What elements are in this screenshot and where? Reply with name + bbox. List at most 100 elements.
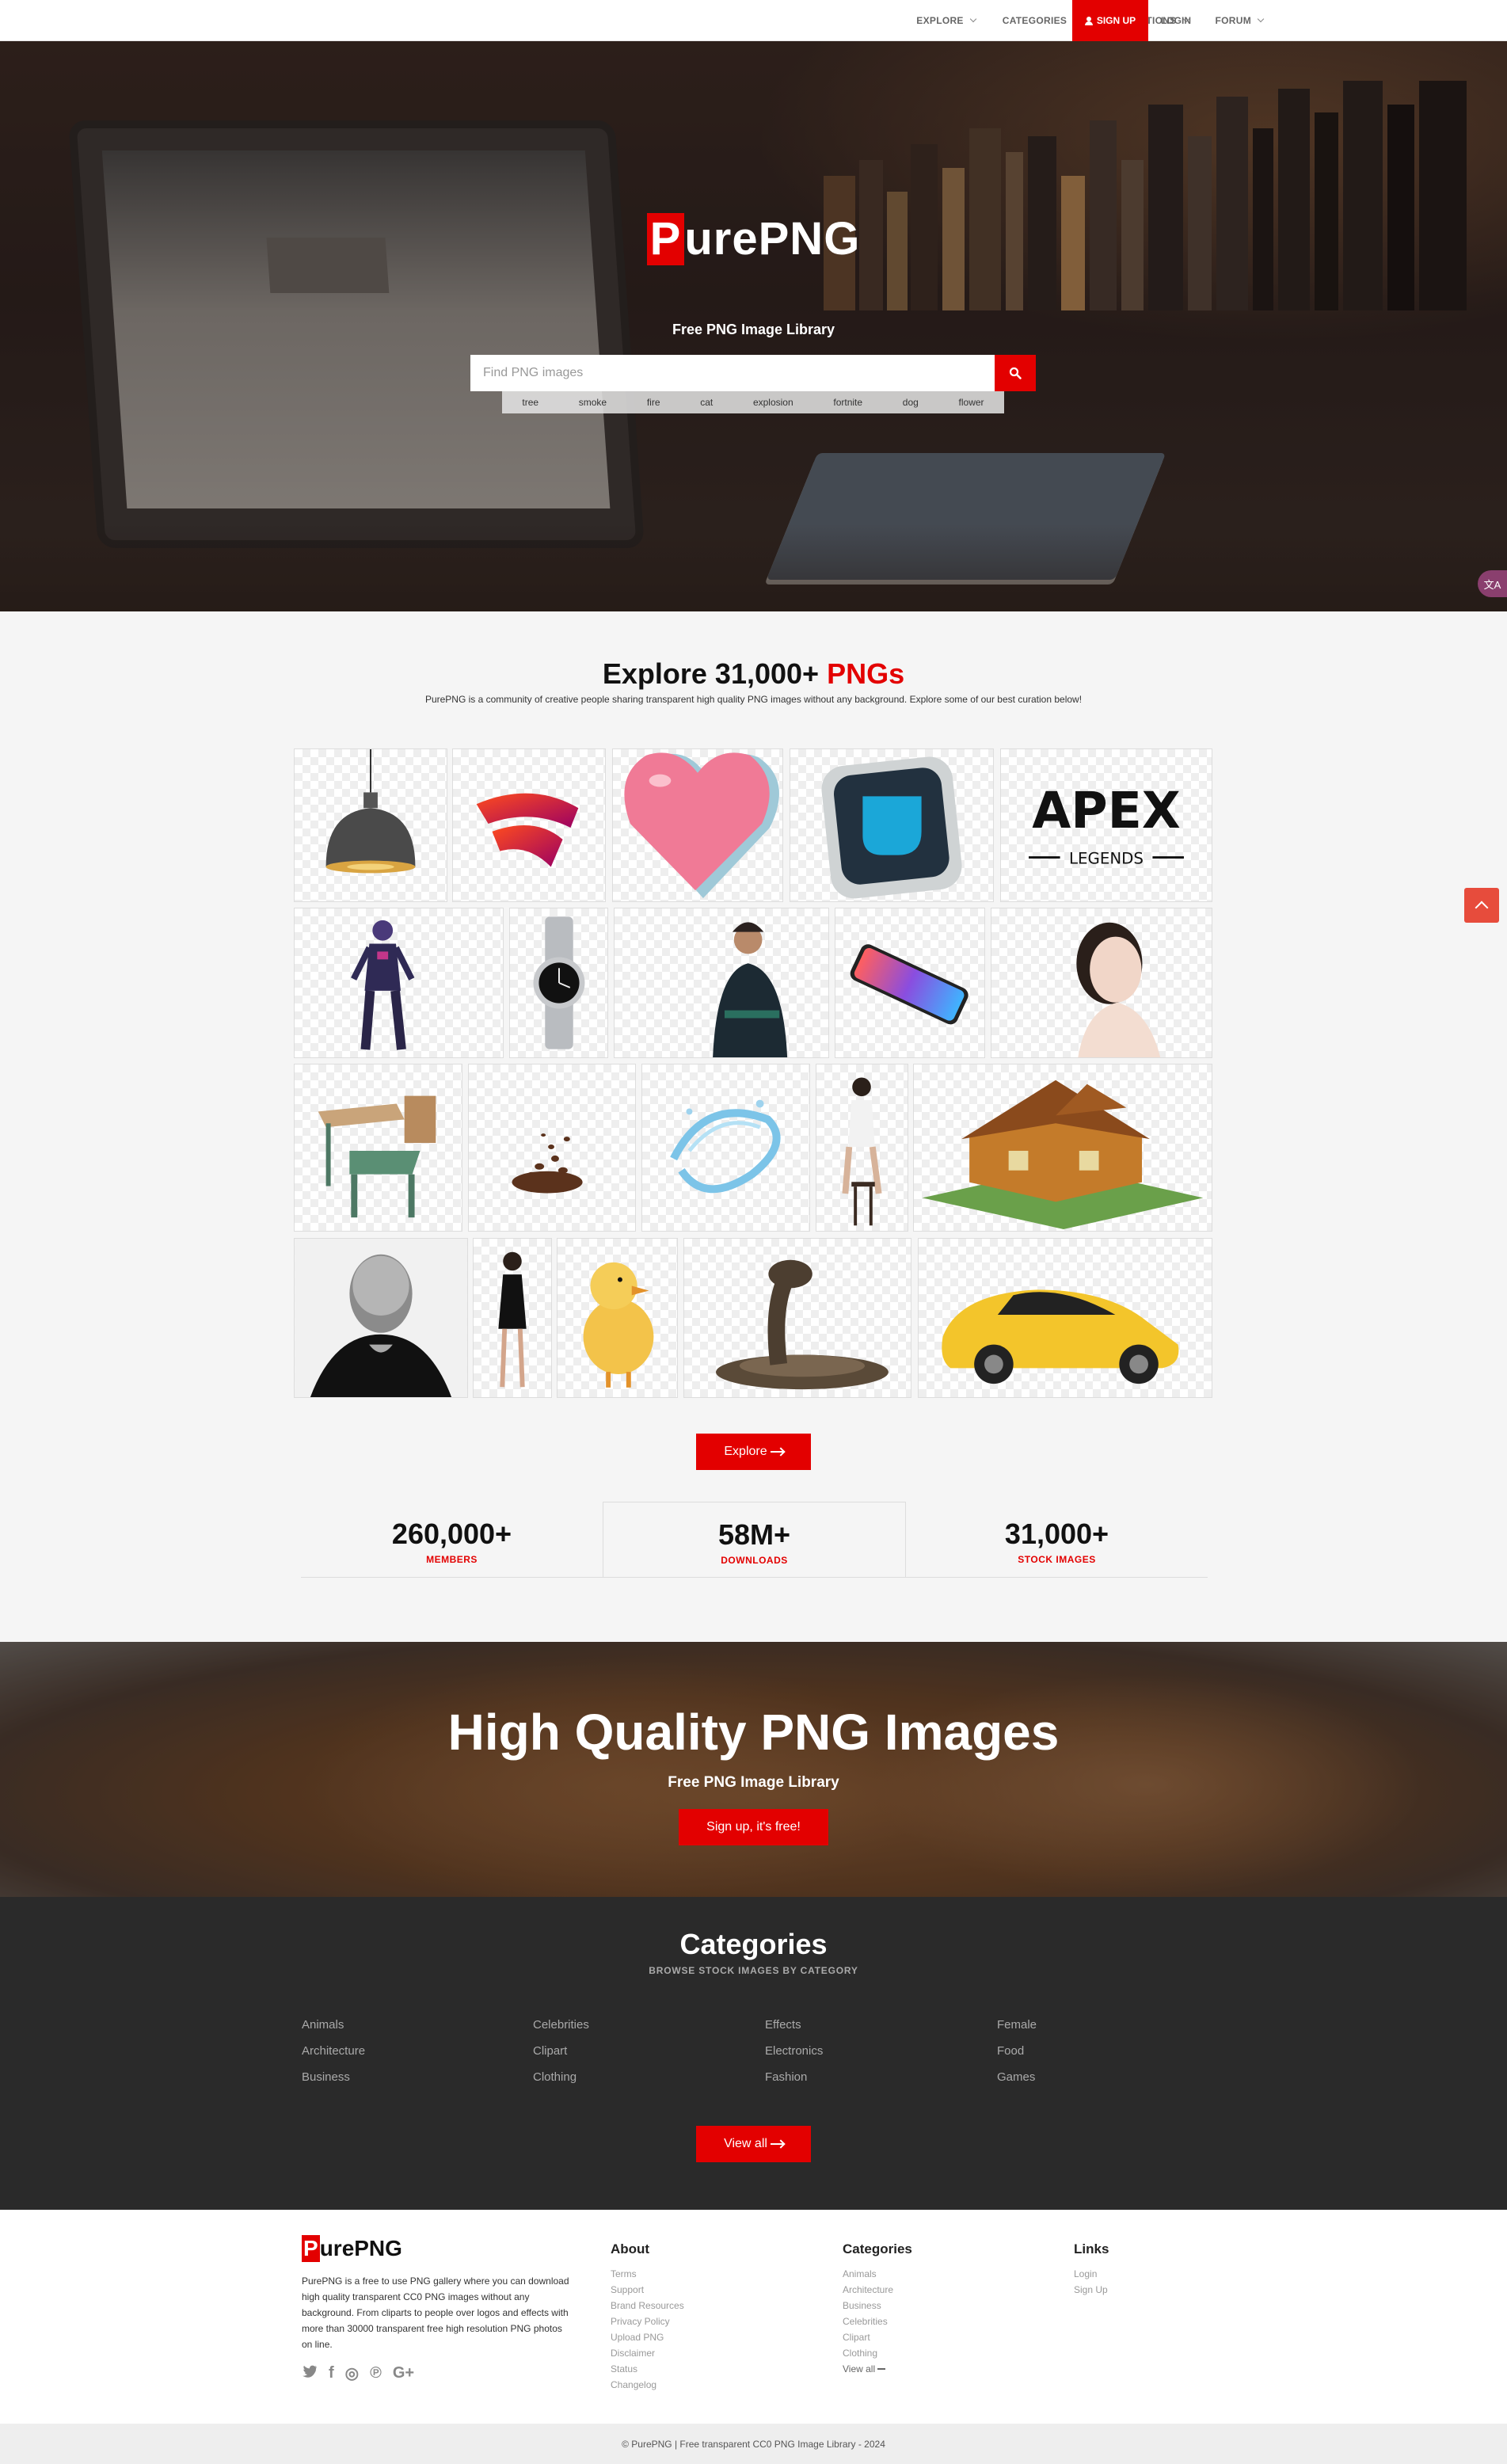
watch-icon [533, 916, 585, 1049]
arrow-right-icon [877, 2368, 886, 2370]
car-icon [942, 1289, 1179, 1384]
person-icon [713, 922, 788, 1057]
instagram-icon[interactable]: ◎ [345, 2363, 359, 2383]
tile-football-coach[interactable] [614, 908, 829, 1058]
tile-steve-jobs[interactable] [294, 1238, 468, 1398]
nav-categories-label: CATEGORIES [1002, 15, 1067, 26]
apex-legends-icon: APEX LEGENDS [1029, 781, 1184, 867]
explore-button[interactable]: Explore [696, 1434, 811, 1470]
tag-fortnite[interactable]: fortnite [833, 397, 862, 408]
portrait-icon [1076, 922, 1161, 1057]
tile-coffee-beans[interactable] [468, 1064, 636, 1232]
banner-subtitle: Free PNG Image Library [668, 1774, 839, 1791]
footer-category-link[interactable]: Animals [843, 2268, 877, 2279]
category-link[interactable]: Celebrities [533, 2018, 589, 2032]
tag-smoke[interactable]: smoke [579, 397, 607, 408]
tile-duckling[interactable] [557, 1238, 678, 1398]
footer-link-terms[interactable]: Terms [611, 2268, 637, 2279]
search-button[interactable] [995, 355, 1036, 391]
tile-wooden-house[interactable] [913, 1064, 1212, 1232]
category-link[interactable]: Effects [765, 2018, 801, 2032]
tile-iphone-x[interactable] [835, 908, 985, 1058]
tile-school-desk[interactable] [294, 1064, 462, 1232]
banner-signup-button[interactable]: Sign up, it's free! [679, 1809, 828, 1845]
pinterest-icon[interactable]: ℗ [370, 2364, 382, 2382]
category-link[interactable]: Business [302, 2070, 350, 2084]
login-link[interactable]: LOGIN [1161, 0, 1191, 41]
stats-bar: 260,000+ MEMBERS 58M+ DOWNLOADS 31,000+ STO… [301, 1502, 1208, 1578]
footer-logo-text: urePNG [319, 2236, 402, 2260]
back-to-top-button[interactable] [1464, 888, 1499, 923]
tile-woman-black-dress[interactable] [473, 1238, 552, 1398]
translate-icon[interactable]: 文A [1478, 570, 1507, 597]
footer-link-brand-resources[interactable]: Brand Resources [611, 2300, 684, 2311]
tile-pink-heart[interactable] [612, 748, 783, 902]
category-link[interactable]: Architecture [302, 2044, 365, 2058]
category-link[interactable]: Food [997, 2044, 1024, 2058]
explore-button-label: Explore [724, 1445, 767, 1458]
view-all-categories-button[interactable]: View all [696, 2126, 811, 2162]
tag-cat[interactable]: cat [700, 397, 713, 408]
footer-link-support[interactable]: Support [611, 2284, 644, 2295]
tile-woman-portrait[interactable] [991, 908, 1212, 1058]
footer-login-link[interactable]: Login [1074, 2268, 1097, 2279]
nav-forum[interactable]: FORUM [1215, 15, 1265, 26]
stat-members: 260,000+ MEMBERS [301, 1502, 603, 1578]
footer-view-all-link[interactable]: View all [843, 2363, 886, 2375]
footer-link-upload[interactable]: Upload PNG [611, 2332, 664, 2343]
tile-apex-legends-logo[interactable]: APEX LEGENDS [1000, 748, 1212, 902]
tile-pendant-lamp[interactable] [294, 748, 447, 902]
tag-fire[interactable]: fire [647, 397, 660, 408]
footer-link-status[interactable]: Status [611, 2363, 637, 2375]
twitter-icon[interactable] [302, 2364, 318, 2383]
nav-categories[interactable]: CATEGORIES [1002, 15, 1080, 26]
footer-category-link[interactable]: Celebrities [843, 2316, 888, 2327]
category-link[interactable]: Electronics [765, 2044, 823, 2058]
stat-downloads: 58M+ DOWNLOADS [603, 1502, 906, 1578]
footer-link-disclaimer[interactable]: Disclaimer [611, 2348, 655, 2359]
google-plus-icon[interactable]: G+ [393, 2364, 414, 2382]
tile-stadia-logo[interactable] [452, 748, 606, 902]
duckling-icon [583, 1262, 654, 1388]
category-link[interactable]: Clothing [533, 2070, 577, 2084]
tile-water-splash[interactable] [641, 1064, 810, 1232]
stat-members-value: 260,000+ [391, 1518, 512, 1550]
tile-pewdiepie-logo[interactable] [790, 748, 994, 902]
stat-stock-images-label: STOCK IMAGES [1018, 1554, 1096, 1565]
category-link[interactable]: Games [997, 2070, 1035, 2084]
footer-category-link[interactable]: Architecture [843, 2284, 893, 2295]
footer-category-link[interactable]: Clothing [843, 2348, 877, 2359]
facebook-icon[interactable]: f [329, 2364, 334, 2382]
footer-category-link[interactable]: Clipart [843, 2332, 870, 2343]
category-link[interactable]: Animals [302, 2018, 344, 2032]
tag-flower[interactable]: flower [959, 397, 984, 408]
footer-link-privacy[interactable]: Privacy Policy [611, 2316, 670, 2327]
pendant-lamp-icon [325, 749, 416, 874]
tile-yellow-sports-car[interactable] [918, 1238, 1212, 1398]
tag-tree[interactable]: tree [522, 397, 538, 408]
woman-icon [498, 1251, 527, 1388]
nav-explore[interactable]: EXPLORE [916, 15, 976, 26]
tag-explosion[interactable]: explosion [753, 397, 793, 408]
tile-model-on-stool[interactable] [816, 1064, 908, 1232]
search-input[interactable] [470, 355, 995, 391]
footer-category-link[interactable]: Business [843, 2300, 881, 2311]
copyright-text: © PurePNG | Free transparent CC0 PNG Ima… [622, 2438, 885, 2450]
nav-forum-label: FORUM [1215, 15, 1251, 26]
signup-button[interactable]: SIGN UP [1072, 0, 1148, 41]
tile-fortnite-character[interactable] [294, 908, 504, 1058]
stat-stock-images-value: 31,000+ [1004, 1518, 1109, 1550]
category-link[interactable]: Fashion [765, 2070, 807, 2084]
footer-link-changelog[interactable]: Changelog [611, 2379, 656, 2390]
footer-signup-link[interactable]: Sign Up [1074, 2284, 1108, 2295]
banner-overlay [0, 1642, 1507, 1897]
explore-title: Explore 31,000+ PNGs [0, 657, 1507, 691]
tile-cobra-snake[interactable] [683, 1238, 911, 1398]
chevron-down-icon [1257, 15, 1265, 23]
social-links: f ◎ ℗ G+ [302, 2363, 414, 2383]
category-link[interactable]: Female [997, 2018, 1037, 2032]
category-link[interactable]: Clipart [533, 2044, 567, 2058]
footer-logo[interactable]: PurePNG [302, 2235, 402, 2262]
tag-dog[interactable]: dog [903, 397, 919, 408]
tile-rolex-watch[interactable] [509, 908, 608, 1058]
